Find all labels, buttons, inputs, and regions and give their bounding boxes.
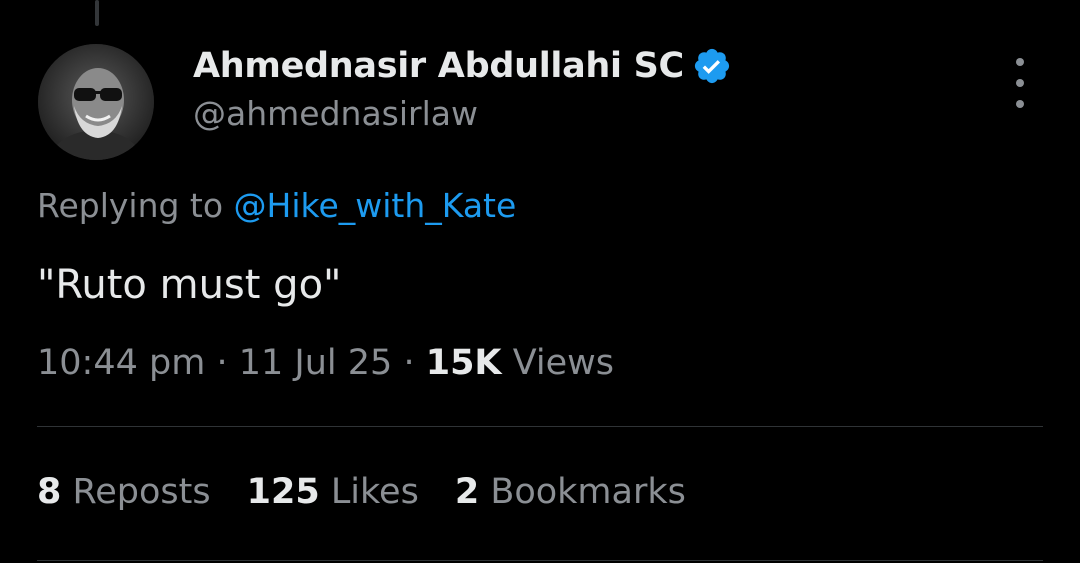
reposts-label: Reposts: [72, 472, 211, 512]
replying-to-line: Replying to @Hike_with_Kate: [37, 186, 516, 225]
author-handle[interactable]: @ahmednasirlaw: [193, 94, 478, 133]
thread-connector-line: [95, 0, 99, 26]
views-label: Views: [512, 343, 614, 383]
reposts-count: 8: [37, 472, 62, 512]
divider: [37, 426, 1043, 427]
replying-to-label: Replying to: [37, 186, 224, 225]
views-count: 15K: [425, 343, 502, 383]
divider: [37, 560, 1043, 561]
tweet-meta: 10:44 pm · 11 Jul 25 · 15K Views: [37, 343, 614, 383]
more-options-button[interactable]: [1000, 58, 1040, 108]
likes-stat[interactable]: 125 Likes: [247, 472, 419, 512]
more-vertical-icon-dot: [1016, 79, 1024, 87]
replying-to-mention-link[interactable]: @Hike_with_Kate: [234, 186, 517, 225]
meta-separator: ·: [216, 343, 228, 383]
reposts-stat[interactable]: 8 Reposts: [37, 472, 211, 512]
avatar[interactable]: [38, 44, 154, 160]
tweet-date[interactable]: 11 Jul 25: [239, 343, 393, 383]
engagement-stats: 8 Reposts 125 Likes 2 Bookmarks: [37, 472, 722, 512]
more-vertical-icon: [1016, 58, 1024, 66]
verified-badge-icon[interactable]: [692, 46, 732, 86]
tweet-text: "Ruto must go": [37, 262, 342, 308]
bookmarks-count: 2: [454, 472, 480, 512]
avatar-photo: [38, 44, 154, 160]
likes-label: Likes: [330, 472, 419, 512]
bookmarks-stat[interactable]: 2 Bookmarks: [455, 472, 686, 512]
more-vertical-icon-dot: [1016, 100, 1024, 108]
meta-separator: ·: [403, 343, 415, 383]
author-display-name[interactable]: Ahmednasir Abdullahi SC: [193, 46, 684, 86]
likes-count: 125: [246, 472, 320, 512]
author-header: Ahmednasir Abdullahi SC: [193, 40, 732, 92]
bookmarks-label: Bookmarks: [490, 472, 686, 512]
tweet-time[interactable]: 10:44 pm: [37, 343, 205, 383]
